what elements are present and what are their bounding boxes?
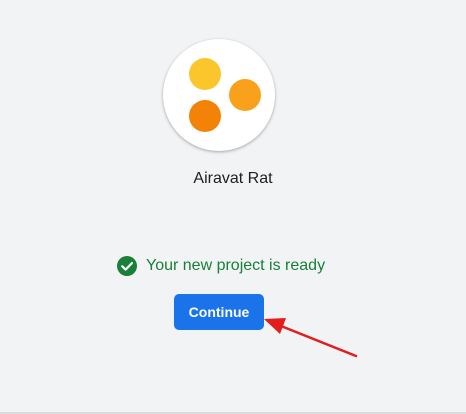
status-message: Your new project is ready	[116, 255, 325, 277]
project-name: Airavat Rat	[193, 170, 273, 187]
status-text: Your new project is ready	[146, 257, 326, 274]
project-logo	[163, 39, 275, 151]
logo-dot-yellow	[189, 58, 221, 90]
logo-dot-amber	[229, 79, 261, 111]
continue-button[interactable]: Continue	[174, 294, 264, 330]
logo-dot-orange	[189, 100, 221, 132]
check-circle-icon	[117, 256, 137, 276]
